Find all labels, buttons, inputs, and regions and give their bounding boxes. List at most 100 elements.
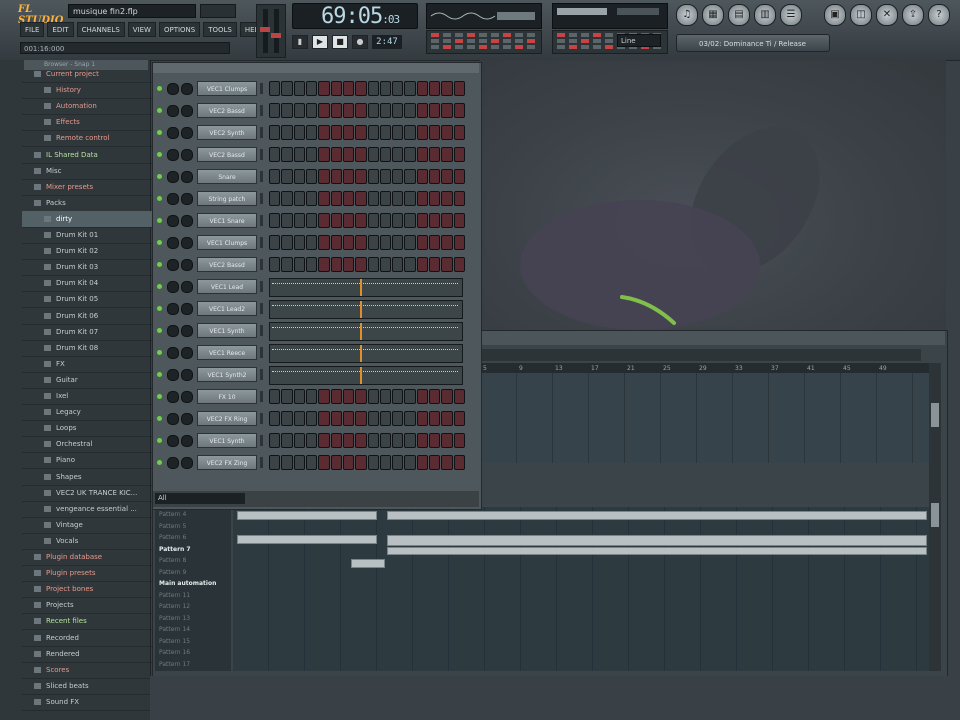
step-button[interactable] [342,455,355,470]
step-button[interactable] [392,169,404,184]
step-button[interactable] [367,191,379,206]
step-button[interactable] [441,235,453,250]
slider-knob[interactable] [260,27,270,32]
browser-item[interactable]: Legacy [22,404,170,422]
browser-item[interactable]: Sound FX [22,694,160,711]
mini-piano-roll[interactable] [269,366,463,385]
step-button[interactable] [330,389,342,404]
step-button[interactable] [293,389,305,404]
step-button[interactable] [318,81,330,96]
step-button[interactable] [416,191,429,206]
browser-item[interactable]: VEC2 UK TRANCE KIC... [22,485,170,502]
browser-item[interactable]: Orchestral [22,436,170,454]
step-button[interactable] [305,125,318,140]
step-button[interactable] [305,411,318,426]
step-button[interactable] [269,455,281,470]
channel-mute-led[interactable] [157,218,162,223]
step-button[interactable] [355,191,367,206]
step-button[interactable] [379,103,392,118]
pan-knob[interactable] [167,237,179,249]
step-button[interactable] [355,81,367,96]
step-button[interactable] [392,147,404,162]
pattern-list-item[interactable]: Pattern 12 [159,601,231,612]
step-button[interactable] [305,257,318,272]
toggle-switch[interactable] [443,33,451,37]
export-icon[interactable]: ⇪ [902,4,924,26]
window-controls[interactable] [200,4,236,18]
playlist-scrollbar[interactable] [929,363,941,671]
step-button[interactable] [318,235,330,250]
volume-knob[interactable] [181,83,193,95]
step-button[interactable] [355,103,367,118]
step-button[interactable] [330,103,342,118]
pattern-list-item[interactable]: Pattern 17 [159,659,231,670]
step-button[interactable] [379,191,392,206]
volume-knob[interactable] [181,215,193,227]
step-button[interactable] [453,213,465,228]
step-button[interactable] [453,389,465,404]
step-button[interactable] [342,191,355,206]
step-button[interactable] [342,147,355,162]
step-button[interactable] [404,147,416,162]
step-button[interactable] [269,213,281,228]
step-button[interactable] [342,81,355,96]
tempo-display[interactable]: 2:47 [372,35,402,49]
browser-item[interactable]: Drum Kit 05 [22,291,170,309]
step-button[interactable] [441,455,453,470]
step-button[interactable] [379,169,392,184]
step-button[interactable] [281,147,293,162]
step-button[interactable] [441,81,453,96]
step-button[interactable] [305,455,318,470]
toggle-switch[interactable] [593,39,601,43]
step-button[interactable] [367,125,379,140]
volume-knob[interactable] [181,237,193,249]
step-button[interactable] [453,411,465,426]
channel-name-button[interactable]: FX 10 [197,389,257,404]
pan-knob[interactable] [167,281,179,293]
step-button[interactable] [281,433,293,448]
channel-select-bar[interactable] [260,149,263,160]
volume-knob[interactable] [181,259,193,271]
channel-mute-led[interactable] [157,240,162,245]
pan-knob[interactable] [167,127,179,139]
step-button[interactable] [416,455,429,470]
mini-piano-roll[interactable] [269,300,463,319]
step-button[interactable] [441,191,453,206]
toggle-switch[interactable] [467,45,475,49]
volume-knob[interactable] [181,391,193,403]
toggle-switch[interactable] [605,33,613,37]
volume-knob[interactable] [181,193,193,205]
step-button[interactable] [367,103,379,118]
step-button[interactable] [330,455,342,470]
menu-item[interactable]: EDIT [47,22,74,37]
browser-item[interactable]: Drum Kit 08 [22,340,170,357]
channel-mute-led[interactable] [157,394,162,399]
channel-select-bar[interactable] [260,193,263,204]
master-pitch-slider[interactable] [271,9,281,53]
toggle-switch[interactable] [569,33,577,37]
step-button[interactable] [367,433,379,448]
channel-mute-led[interactable] [157,284,162,289]
step-button[interactable] [318,389,330,404]
pan-knob[interactable] [167,325,179,337]
step-button[interactable] [429,191,441,206]
step-button[interactable] [342,257,355,272]
step-button[interactable] [404,411,416,426]
toggle-switch[interactable] [431,45,439,49]
pattern-clip[interactable] [237,535,377,544]
browser-item[interactable]: Vocals [22,533,170,550]
volume-knob[interactable] [181,105,193,117]
step-button[interactable] [404,455,416,470]
browser-item[interactable]: Drum Kit 07 [22,324,170,341]
channel-select-bar[interactable] [260,413,263,424]
step-button[interactable] [379,125,392,140]
step-button[interactable] [330,411,342,426]
pattern-clip[interactable] [387,535,927,546]
menu-item[interactable]: VIEW [127,22,156,37]
channel-name-button[interactable]: VEC1 Synth [197,433,257,448]
pattern-list-item[interactable]: Pattern 7 [159,544,231,555]
channel-name-button[interactable]: VEC1 Synth [197,323,257,338]
pan-knob[interactable] [167,347,179,359]
step-button[interactable] [305,433,318,448]
channel-select-bar[interactable] [260,325,263,336]
